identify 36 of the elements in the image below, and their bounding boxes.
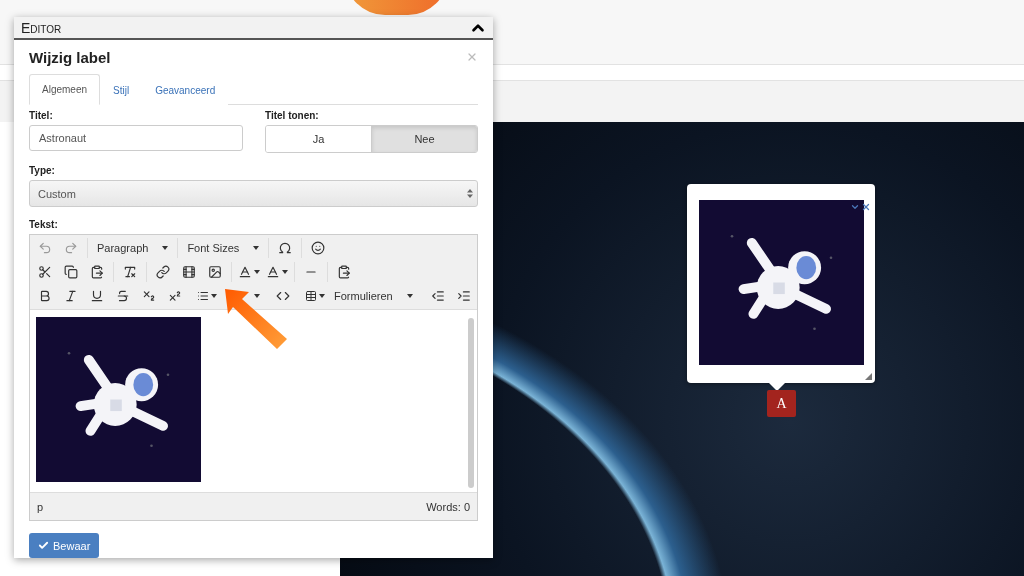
toggle-option[interactable]: Nee — [371, 126, 477, 152]
sort-arrows-icon — [467, 189, 473, 198]
resize-grip-icon[interactable] — [865, 373, 872, 380]
caret-icon — [319, 294, 325, 298]
dropdown-button[interactable]: Font Sizes — [181, 237, 266, 259]
bullet-list-icon — [197, 289, 209, 303]
type-select[interactable]: Custom — [29, 180, 478, 207]
word-count: Words: 0 — [426, 500, 470, 513]
pointer-arrow — [225, 289, 287, 349]
caret-icon — [211, 294, 217, 298]
highlight-color-icon — [266, 265, 280, 279]
caret-icon — [254, 294, 260, 298]
checkmark-icon — [38, 540, 49, 551]
dropdown-button[interactable]: Paragraph — [91, 237, 175, 259]
field-label: Titel: — [29, 110, 54, 121]
panel-title: Editor — [21, 19, 62, 36]
caret-icon — [162, 246, 169, 250]
close-icon[interactable] — [861, 202, 871, 212]
text-color-icon — [238, 265, 252, 279]
tab[interactable]: Algemeen — [29, 74, 101, 105]
save-button[interactable]: Bewaar — [29, 533, 100, 558]
element-path: p — [37, 500, 44, 513]
field-label: Type: — [29, 165, 56, 176]
dialog-title: Wijzig label — [29, 48, 111, 66]
chevron-down-icon[interactable] — [850, 202, 860, 212]
field-label: Titel tonen: — [265, 110, 320, 121]
dropdown-button[interactable]: Formulieren — [328, 285, 419, 307]
field-label: Tekst: — [29, 219, 59, 230]
title-input[interactable]: Astronaut — [29, 125, 243, 151]
caret-icon — [253, 246, 260, 250]
caret-icon — [282, 270, 288, 274]
label-marker[interactable]: A — [767, 390, 796, 417]
caret-icon — [406, 294, 413, 298]
scrollbar[interactable] — [468, 318, 474, 488]
table-icon — [305, 289, 317, 303]
caret-icon — [254, 270, 260, 274]
